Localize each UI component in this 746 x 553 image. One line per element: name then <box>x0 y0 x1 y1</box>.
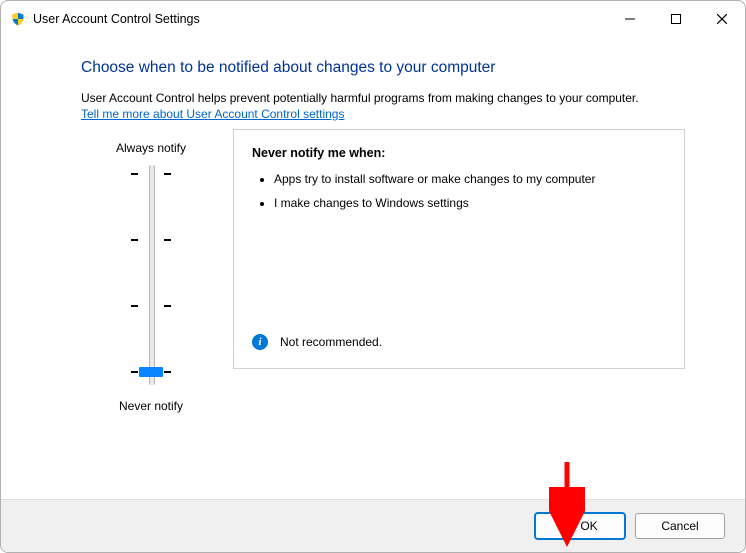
level-description-panel: Never notify me when: Apps try to instal… <box>233 129 685 369</box>
info-icon: i <box>252 334 268 350</box>
minimize-icon <box>625 14 635 24</box>
window-controls <box>607 1 745 37</box>
notification-slider: Always notify Never notify <box>81 129 221 419</box>
window-title: User Account Control Settings <box>33 12 200 26</box>
title-bar: User Account Control Settings <box>1 1 745 37</box>
panel-bullet: Apps try to install software or make cha… <box>274 172 666 186</box>
cancel-button-label: Cancel <box>661 519 698 533</box>
recommendation-text: Not recommended. <box>280 335 382 349</box>
panel-bullet: I make changes to Windows settings <box>274 196 666 210</box>
learn-more-link[interactable]: Tell me more about User Account Control … <box>81 107 344 121</box>
slider-tick <box>164 173 171 175</box>
page-heading: Choose when to be notified about changes… <box>81 59 685 77</box>
slider-tick <box>131 305 138 307</box>
ok-button-label: OK <box>580 519 597 533</box>
slider-tick <box>164 305 171 307</box>
slider-tick <box>131 173 138 175</box>
slider-label-bottom: Never notify <box>119 399 183 413</box>
slider-track[interactable] <box>121 165 181 385</box>
slider-tick <box>131 371 138 373</box>
maximize-button[interactable] <box>653 3 699 35</box>
maximize-icon <box>671 14 681 24</box>
close-button[interactable] <box>699 3 745 35</box>
minimize-button[interactable] <box>607 3 653 35</box>
controls-row: Always notify Never notify Never notify … <box>81 129 685 419</box>
ok-button[interactable]: OK <box>535 513 625 539</box>
slider-tick <box>131 239 138 241</box>
panel-title: Never notify me when: <box>252 146 666 160</box>
uac-shield-icon <box>11 12 25 26</box>
uac-shield-icon <box>562 519 576 533</box>
dialog-footer: OK Cancel <box>1 499 745 552</box>
slider-tick <box>164 239 171 241</box>
slider-tick <box>164 371 171 373</box>
page-description: User Account Control helps prevent poten… <box>81 91 685 105</box>
close-icon <box>717 14 727 24</box>
panel-bullet-list: Apps try to install software or make cha… <box>252 172 666 210</box>
recommendation-row: i Not recommended. <box>252 334 382 350</box>
slider-label-top: Always notify <box>116 141 186 155</box>
slider-thumb[interactable] <box>139 367 163 377</box>
uac-settings-window: User Account Control Settings Choose whe… <box>0 0 746 553</box>
cancel-button[interactable]: Cancel <box>635 513 725 539</box>
slider-rail <box>149 165 155 385</box>
content-area: Choose when to be notified about changes… <box>1 37 745 499</box>
